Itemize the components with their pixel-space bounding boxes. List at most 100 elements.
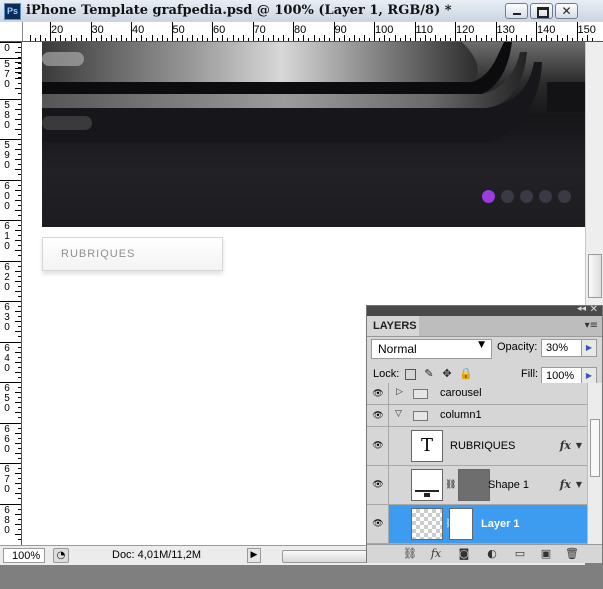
ruler-tick bbox=[0, 260, 21, 262]
eye-icon[interactable]: 👁 bbox=[371, 411, 385, 421]
ruler-tick bbox=[262, 35, 264, 41]
document-horizontal-scrollbar[interactable] bbox=[282, 550, 368, 563]
close-button[interactable]: ✕ bbox=[555, 3, 578, 19]
ruler-tick bbox=[18, 265, 21, 267]
ruler-tick bbox=[18, 336, 21, 337]
layers-scrollbar[interactable] bbox=[587, 383, 602, 544]
lock-transparent-icon[interactable] bbox=[405, 369, 416, 380]
ruler-tick bbox=[15, 331, 21, 332]
carousel-dot[interactable] bbox=[501, 190, 514, 203]
chevron-down-icon[interactable]: ▼ bbox=[576, 480, 582, 489]
new-layer-icon[interactable]: ▣ bbox=[539, 547, 553, 560]
minimize-button[interactable] bbox=[505, 3, 528, 19]
collapse-panel-icon[interactable]: ◂◂ bbox=[577, 304, 586, 314]
ruler-tick bbox=[18, 154, 21, 155]
ruler-tick bbox=[156, 38, 158, 41]
tab-layers[interactable]: LAYERS bbox=[367, 316, 419, 336]
ruler-tick bbox=[0, 58, 21, 59]
ruler-tick bbox=[15, 533, 21, 535]
eye-icon[interactable]: 👁 bbox=[371, 441, 385, 451]
maximize-button[interactable] bbox=[530, 3, 553, 19]
ruler-tick bbox=[161, 35, 163, 41]
ruler-tick bbox=[15, 351, 21, 353]
ruler-corner[interactable] bbox=[0, 22, 23, 41]
rubriques-button[interactable]: RUBRIQUES bbox=[42, 237, 223, 271]
ruler-tick bbox=[18, 295, 21, 297]
lock-all-icon[interactable]: 🔒 bbox=[459, 368, 473, 380]
ruler-tick bbox=[18, 184, 21, 186]
ruler-tick bbox=[15, 240, 21, 241]
add-style-icon[interactable]: fx bbox=[429, 547, 443, 560]
layer-row-carousel[interactable]: 👁 ▷ carousel bbox=[367, 383, 587, 405]
eye-icon[interactable]: 👁 bbox=[371, 480, 385, 490]
ruler-tick bbox=[18, 255, 21, 256]
fx-icon[interactable]: fx bbox=[560, 439, 571, 452]
panel-close-icon[interactable]: ✕ bbox=[590, 304, 598, 315]
panel-menu-icon[interactable]: ▾≡ bbox=[585, 320, 598, 331]
layer-name: carousel bbox=[440, 387, 482, 399]
new-group-icon[interactable]: ▭ bbox=[513, 547, 527, 560]
chevron-down-icon[interactable]: ▼ bbox=[576, 441, 582, 450]
ruler-tick bbox=[465, 35, 466, 41]
text-layer-thumbnail: T bbox=[411, 430, 443, 462]
ruler-tick bbox=[435, 35, 436, 41]
ruler-tick bbox=[18, 93, 21, 94]
zoom-field[interactable]: 100% bbox=[3, 548, 45, 563]
ruler-tick bbox=[576, 22, 578, 41]
layer-row-rubriques[interactable]: 👁 T RUBRIQUES fx ▼ bbox=[367, 427, 587, 466]
ruler-tick bbox=[298, 38, 299, 41]
minimize-icon bbox=[513, 13, 521, 15]
ruler-tick bbox=[288, 38, 289, 41]
link-icon[interactable]: ⛓ bbox=[445, 480, 456, 490]
ruler-tick bbox=[267, 38, 269, 41]
eye-icon[interactable]: 👁 bbox=[371, 519, 385, 529]
ruler-tick bbox=[15, 52, 21, 53]
ruler-tick bbox=[18, 427, 21, 429]
vertical-ruler[interactable]: 0570580590600610620630640650660670680 bbox=[0, 42, 22, 545]
ruler-tick bbox=[364, 35, 365, 41]
ruler-tick bbox=[207, 38, 208, 41]
ruler-tick bbox=[455, 22, 456, 41]
ruler-tick bbox=[15, 392, 21, 393]
link-layers-icon[interactable]: ⛓ bbox=[403, 547, 417, 560]
lock-brush-icon[interactable]: ✎ bbox=[423, 368, 435, 380]
carousel-dot[interactable] bbox=[558, 190, 571, 203]
eye-icon[interactable]: 👁 bbox=[371, 389, 385, 399]
blend-mode-select[interactable]: Normal ▼ bbox=[371, 339, 492, 359]
ruler-tick bbox=[15, 78, 21, 79]
carousel-dot[interactable] bbox=[482, 190, 495, 203]
add-mask-icon[interactable]: ◙ bbox=[457, 547, 471, 560]
lock-move-icon[interactable]: ✥ bbox=[441, 368, 453, 380]
close-icon: ✕ bbox=[561, 4, 572, 18]
status-icon[interactable]: ◔ bbox=[53, 548, 69, 563]
ruler-tick bbox=[197, 38, 198, 41]
ruler-tick bbox=[18, 508, 21, 510]
ruler-label: 20 bbox=[51, 24, 64, 36]
layer-row-column1[interactable]: 👁 ▽ column1 bbox=[367, 405, 587, 427]
fill-arrow-icon[interactable]: ▶ bbox=[581, 368, 596, 384]
ruler-tick bbox=[526, 35, 527, 41]
trash-icon[interactable]: 🗑 bbox=[565, 547, 579, 560]
ruler-tick bbox=[18, 174, 21, 175]
expand-arrow-icon[interactable]: ▷ bbox=[396, 387, 403, 397]
layer-row-layer1[interactable]: 👁 ⛓ Layer 1 bbox=[367, 505, 587, 544]
ruler-tick bbox=[475, 35, 477, 41]
eye-cell: 👁 bbox=[367, 383, 389, 404]
opacity-arrow-icon[interactable]: ▶ bbox=[581, 340, 596, 356]
layer-row-shape1[interactable]: 👁 ⛓ Shape 1 fx ▼ bbox=[367, 466, 587, 505]
carousel-dot[interactable] bbox=[539, 190, 552, 203]
scrollbar-thumb[interactable] bbox=[588, 254, 602, 298]
ruler-tick bbox=[18, 498, 21, 499]
scrollbar-thumb[interactable] bbox=[590, 419, 600, 477]
ruler-tick bbox=[15, 118, 21, 120]
carousel-dot[interactable] bbox=[520, 190, 533, 203]
ruler-tick bbox=[450, 38, 451, 41]
horizontal-ruler[interactable]: 20 30 40 50 60 70 80 90 100 110 120 130 140 150 bbox=[0, 22, 603, 42]
collapse-arrow-icon[interactable]: ▽ bbox=[395, 409, 402, 419]
ruler-tick bbox=[15, 199, 21, 201]
ruler-tick bbox=[252, 22, 254, 41]
adjustment-layer-icon[interactable]: ◐ bbox=[485, 547, 499, 560]
status-menu-arrow-icon[interactable]: ▶ bbox=[247, 548, 261, 563]
opacity-field[interactable]: 30% ▶ bbox=[541, 339, 597, 357]
fx-icon[interactable]: fx bbox=[560, 478, 571, 491]
